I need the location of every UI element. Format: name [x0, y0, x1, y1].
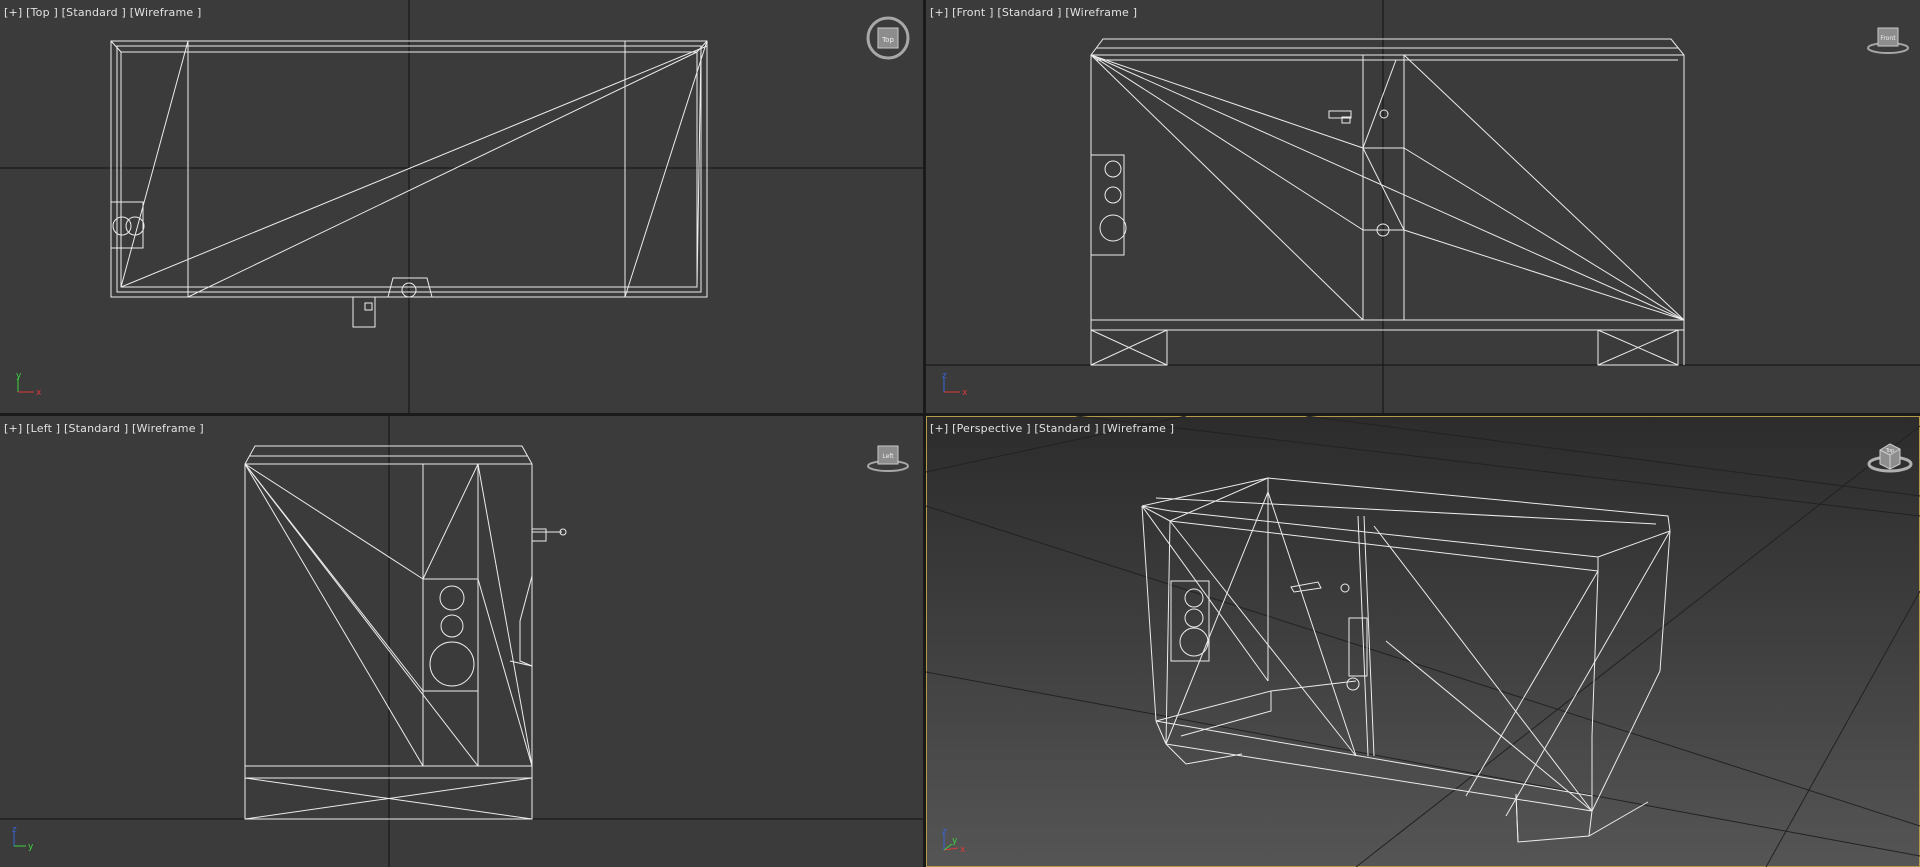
viewport-shading-menu[interactable]: [Standard ]: [62, 6, 126, 19]
viewport-menu-plus[interactable]: [+]: [930, 422, 948, 435]
viewport-display-mode[interactable]: [Wireframe ]: [1065, 6, 1137, 19]
perspective-wireframe: [1141, 477, 1671, 843]
axis-label-y: y: [28, 842, 34, 852]
viewport-label-left[interactable]: [+] [Left ] [Standard ] [Wireframe ]: [4, 422, 204, 435]
viewcube-face-label: Front: [1880, 35, 1896, 42]
viewport-label-perspective[interactable]: [+] [Perspective ] [Standard ] [Wirefram…: [930, 422, 1174, 435]
viewcube-top[interactable]: Top: [864, 14, 912, 62]
viewport-view-name[interactable]: [Front ]: [952, 6, 994, 19]
viewcube-face-label: Top: [1885, 448, 1894, 454]
viewport-menu-plus[interactable]: [+]: [4, 422, 22, 435]
viewport-shading-menu[interactable]: [Standard ]: [64, 422, 128, 435]
axis-label-x: x: [36, 388, 42, 398]
front-hardware: [1090, 109, 1390, 256]
viewport-display-mode[interactable]: [Wireframe ]: [130, 6, 202, 19]
axis-label-z: z: [12, 825, 17, 835]
viewport-left[interactable]: [+] [Left ] [Standard ] [Wireframe ] Lef…: [0, 416, 923, 867]
viewcube-left[interactable]: Left: [864, 440, 912, 474]
viewport-display-mode[interactable]: [Wireframe ]: [1102, 422, 1174, 435]
axis-tripod-left: z y: [12, 825, 34, 852]
front-wireframe: [926, 0, 1920, 413]
front-feet: [1090, 329, 1679, 366]
viewcube-perspective[interactable]: Top: [1866, 436, 1916, 476]
viewport-view-name[interactable]: [Top ]: [26, 6, 58, 19]
left-knobs: [429, 528, 567, 687]
axis-label-y: y: [16, 371, 22, 381]
perspective-hardware: [1170, 580, 1360, 691]
viewcube-front[interactable]: Front: [1864, 22, 1912, 56]
axis-tripod-perspective: z x y: [942, 827, 966, 855]
axis-label-z: z: [942, 827, 947, 837]
viewcube-face-label: Left: [882, 453, 894, 460]
viewport-shading-menu[interactable]: [Standard ]: [1034, 422, 1098, 435]
axis-tripod-top: y x: [16, 371, 42, 398]
axis-label-z: z: [942, 371, 947, 381]
left-grid-axes: [0, 416, 923, 867]
front-grid-axes: [926, 0, 1920, 413]
axis-label-y: y: [952, 836, 958, 846]
viewport-display-mode[interactable]: [Wireframe ]: [132, 422, 204, 435]
viewcube-face-label: Top: [881, 36, 894, 44]
viewport-front[interactable]: [+] [Front ] [Standard ] [Wireframe ] Fr…: [926, 0, 1920, 413]
viewport-menu-plus[interactable]: [+]: [4, 6, 22, 19]
viewport-perspective[interactable]: [+] [Perspective ] [Standard ] [Wirefram…: [926, 416, 1920, 867]
viewport-shading-menu[interactable]: [Standard ]: [997, 6, 1061, 19]
viewport-view-name[interactable]: [Perspective ]: [952, 422, 1031, 435]
top-wireframe: [0, 0, 923, 413]
viewport-label-top[interactable]: [+] [Top ] [Standard ] [Wireframe ]: [4, 6, 202, 19]
axis-label-x: x: [960, 845, 966, 855]
cabinet-front-body: [1090, 38, 1685, 365]
viewport-view-name[interactable]: [Left ]: [26, 422, 60, 435]
left-wireframe: [0, 416, 923, 867]
viewport-menu-plus[interactable]: [+]: [930, 6, 948, 19]
cabinet-perspective-body: [1141, 477, 1671, 817]
top-knobs: [110, 201, 433, 328]
axis-tripod-front: z x: [942, 371, 968, 398]
axis-label-x: x: [962, 388, 968, 398]
viewport-label-front[interactable]: [+] [Front ] [Standard ] [Wireframe ]: [930, 6, 1137, 19]
top-grid-axes: [0, 0, 923, 413]
viewport-top[interactable]: [+] [Top ] [Standard ] [Wireframe ] Top …: [0, 0, 923, 413]
